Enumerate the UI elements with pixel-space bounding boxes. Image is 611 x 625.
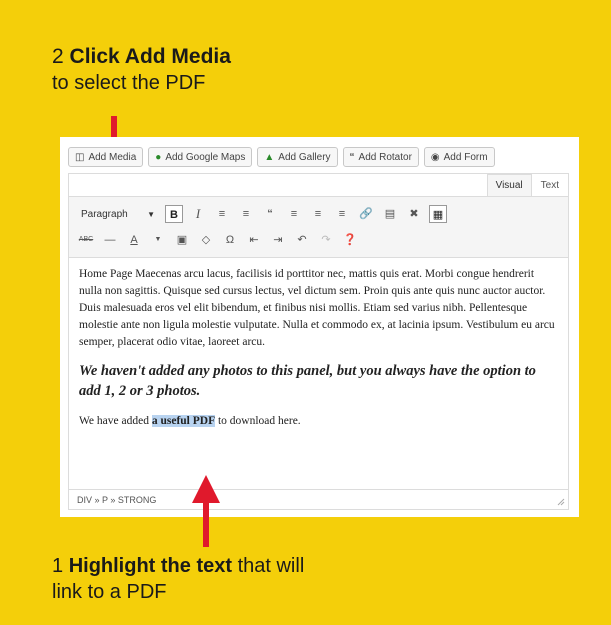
editor-panel: ◫ Add Media ● Add Google Maps ▲ Add Gall… bbox=[60, 137, 579, 517]
add-rotator-button[interactable]: “ Add Rotator bbox=[342, 147, 419, 167]
paragraph-2: We haven't added any photos to this pane… bbox=[79, 363, 536, 399]
add-google-maps-button[interactable]: ● Add Google Maps bbox=[148, 147, 253, 167]
status-bar: DIV » P » STRONG bbox=[69, 489, 568, 509]
bullet-list-icon[interactable]: ≡ bbox=[213, 205, 231, 223]
resize-handle-icon[interactable] bbox=[557, 498, 565, 506]
paragraph-3: We have added a useful PDF to download h… bbox=[79, 415, 301, 427]
add-form-button[interactable]: ◉ Add Form bbox=[423, 147, 495, 167]
leaf-icon: ▲ bbox=[264, 151, 275, 163]
add-media-button[interactable]: ◫ Add Media bbox=[68, 147, 144, 167]
clear-formatting-icon[interactable]: ◇ bbox=[197, 231, 215, 249]
read-more-icon[interactable]: ▤ bbox=[381, 205, 399, 223]
arrow-up-icon bbox=[192, 475, 220, 547]
step-action: Click Add Media bbox=[69, 45, 231, 68]
special-char-icon[interactable]: Ω bbox=[221, 231, 239, 249]
editor-tabs: Visual Text bbox=[486, 174, 568, 196]
toolbar-row-1: Paragraph ▼ B I ≡ ≡ “ ≡ ≡ ≡ 🔗 ▤ ✖ ▦ bbox=[77, 203, 447, 225]
chevron-down-icon[interactable]: ▼ bbox=[149, 231, 167, 249]
align-center-icon[interactable]: ≡ bbox=[309, 205, 327, 223]
paste-text-icon[interactable]: ▣ bbox=[173, 231, 191, 249]
numbered-list-icon[interactable]: ≡ bbox=[237, 205, 255, 223]
step-action: Highlight the text bbox=[68, 555, 233, 577]
tab-visual[interactable]: Visual bbox=[486, 174, 532, 196]
tab-text[interactable]: Text bbox=[532, 174, 568, 196]
form-icon: ◉ bbox=[430, 151, 440, 163]
media-buttons-row: ◫ Add Media ● Add Google Maps ▲ Add Gall… bbox=[68, 147, 495, 169]
add-gallery-button[interactable]: ▲ Add Gallery bbox=[257, 147, 338, 167]
step-number: 2 bbox=[52, 45, 64, 68]
undo-icon[interactable]: ↶ bbox=[293, 231, 311, 249]
align-right-icon[interactable]: ≡ bbox=[333, 205, 351, 223]
selected-text[interactable]: a useful PDF bbox=[151, 415, 216, 427]
align-left-icon[interactable]: ≡ bbox=[285, 205, 303, 223]
italic-button[interactable]: I bbox=[189, 205, 207, 223]
horizontal-line-icon[interactable]: — bbox=[101, 231, 119, 249]
toolbar-row-2: ABC — A ▼ ▣ ◇ Ω ⇤ ⇥ ↶ ↷ ❓ bbox=[77, 229, 359, 251]
quote-icon: “ bbox=[349, 151, 355, 163]
blockquote-icon[interactable]: “ bbox=[261, 205, 279, 223]
help-icon[interactable]: ❓ bbox=[341, 231, 359, 249]
annotation-step-1: 1 Highlight the text that will link to a… bbox=[52, 553, 304, 605]
step-action-suffix: that will bbox=[232, 555, 305, 577]
toolbar-toggle-icon[interactable]: ▦ bbox=[429, 205, 447, 223]
format-select[interactable]: Paragraph ▼ bbox=[77, 205, 159, 223]
paragraph-1: Home Page Maecenas arcu lacus, facilisis… bbox=[79, 268, 555, 348]
step-detail: to select the PDF bbox=[52, 72, 206, 94]
editor-content[interactable]: Home Page Maecenas arcu lacus, facilisis… bbox=[79, 266, 559, 440]
link-icon[interactable]: 🔗 bbox=[357, 205, 375, 223]
chevron-down-icon: ▼ bbox=[147, 209, 155, 219]
map-pin-icon: ● bbox=[155, 151, 162, 163]
outdent-icon[interactable]: ⇤ bbox=[245, 231, 263, 249]
bold-button[interactable]: B bbox=[165, 205, 183, 223]
editor-toolbar: Paragraph ▼ B I ≡ ≡ “ ≡ ≡ ≡ 🔗 ▤ ✖ ▦ ABC … bbox=[69, 196, 568, 258]
editor: Visual Text Paragraph ▼ B I ≡ ≡ “ ≡ ≡ ≡ … bbox=[68, 173, 569, 510]
media-icon: ◫ bbox=[75, 151, 85, 163]
text-color-icon[interactable]: A bbox=[125, 231, 143, 249]
strikethrough-icon[interactable]: ABC bbox=[77, 231, 95, 249]
fullscreen-icon[interactable]: ✖ bbox=[405, 205, 423, 223]
annotation-step-2: 2 Click Add Media to select the PDF bbox=[52, 44, 231, 96]
step-number: 1 bbox=[52, 555, 64, 577]
element-path: DIV » P » STRONG bbox=[77, 495, 157, 505]
redo-icon[interactable]: ↷ bbox=[317, 231, 335, 249]
indent-icon[interactable]: ⇥ bbox=[269, 231, 287, 249]
step-detail: link to a PDF bbox=[52, 581, 167, 603]
